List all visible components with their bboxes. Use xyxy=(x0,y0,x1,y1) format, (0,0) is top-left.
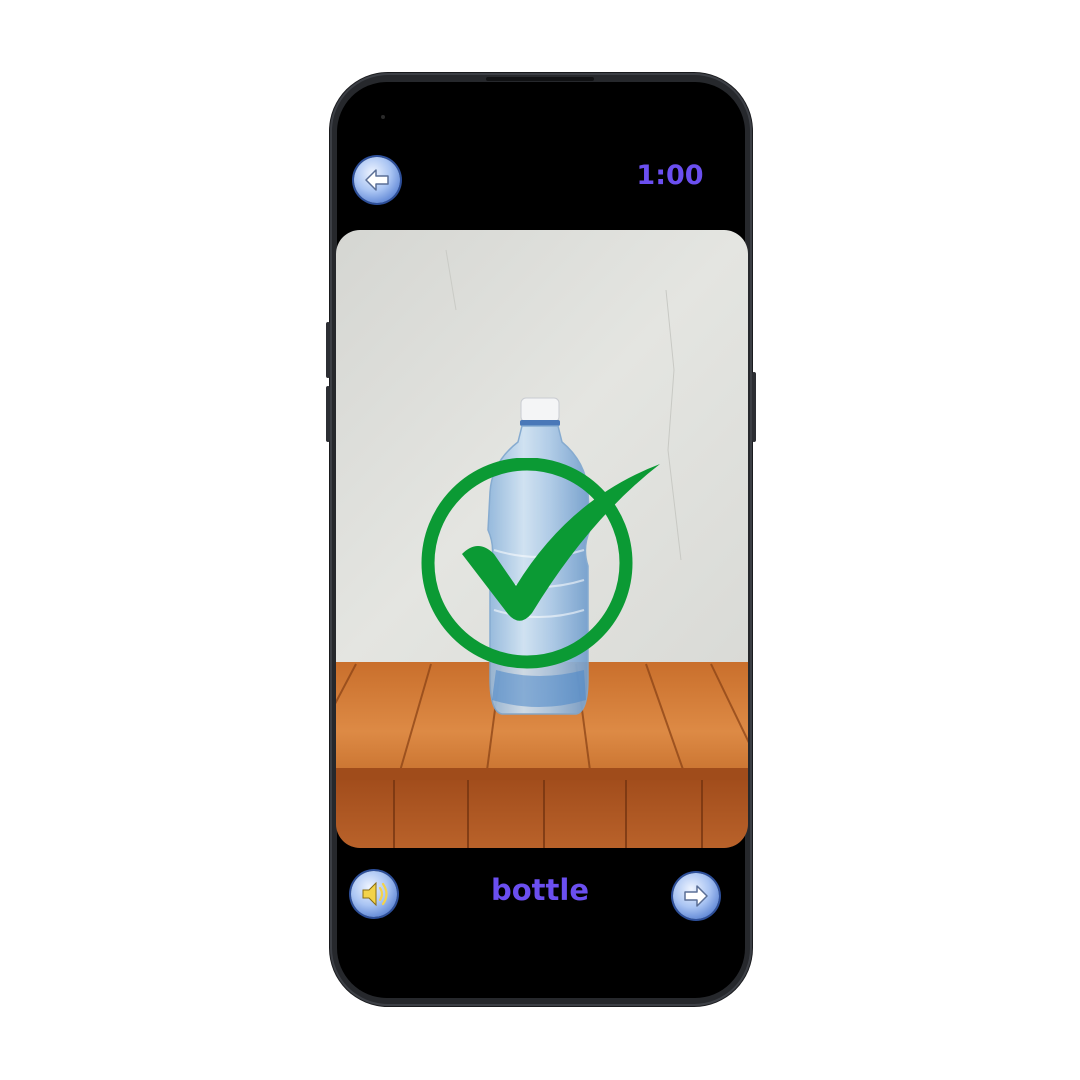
arrow-right-icon xyxy=(684,885,708,907)
back-button[interactable] xyxy=(354,157,400,203)
front-camera xyxy=(381,115,385,119)
phone-side-button xyxy=(326,322,330,378)
timer: 1:00 xyxy=(636,160,704,191)
speaker-icon xyxy=(362,881,388,907)
word-label: bottle xyxy=(490,873,590,907)
next-button[interactable] xyxy=(673,873,719,919)
phone-side-button xyxy=(752,372,756,442)
checkmark-circle-icon xyxy=(421,458,660,669)
arrow-left-icon xyxy=(365,169,389,191)
phone-speaker xyxy=(486,77,594,81)
phone-side-button xyxy=(326,386,330,442)
sound-button[interactable] xyxy=(351,871,397,917)
